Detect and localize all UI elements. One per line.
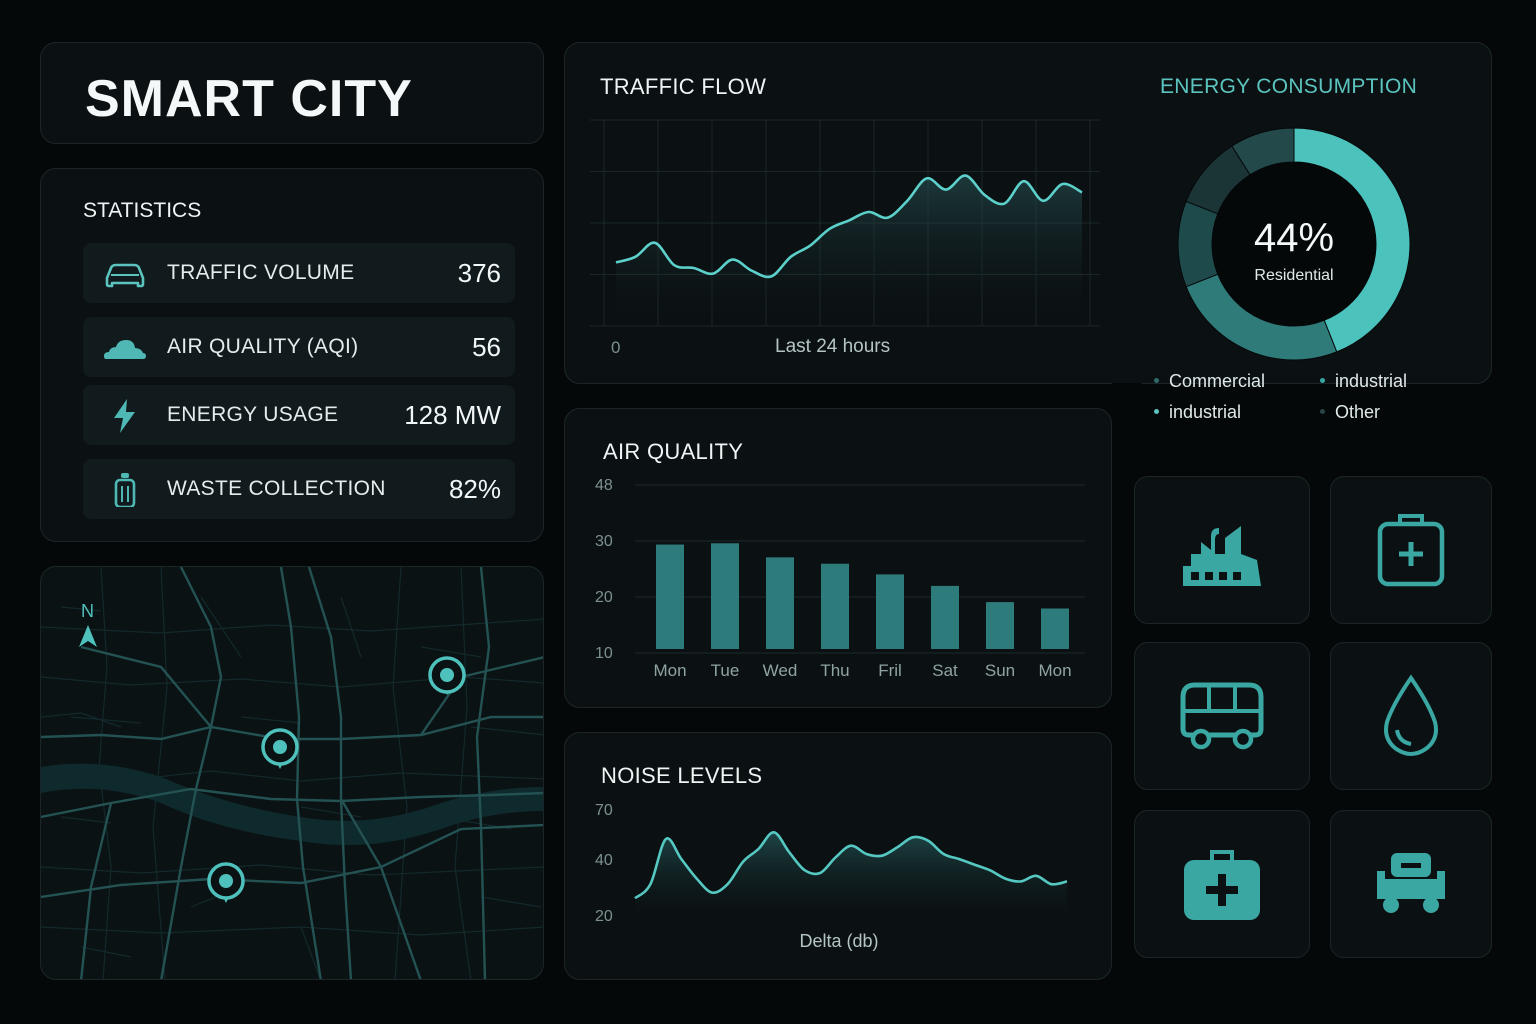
compass-label: N (81, 601, 94, 621)
legend-industrial-2: industrial (1154, 402, 1241, 423)
y-tick-label: 20 (595, 589, 613, 606)
legend-dot (1154, 408, 1159, 414)
aq-bar[interactable] (931, 585, 959, 649)
aq-bar[interactable] (711, 543, 739, 649)
traffic-flow-title: TRAFFIC FLOW (600, 74, 767, 99)
factory-icon (1183, 526, 1261, 586)
legend-label: Commercial (1169, 371, 1266, 391)
bus-icon (1180, 682, 1264, 750)
stat-label: AIR QUALITY (AQI) (167, 335, 359, 358)
legend-label: industrial (1169, 402, 1242, 422)
aq-bar[interactable] (1041, 608, 1069, 650)
y-tick-label: 20 (595, 908, 613, 925)
energy-center-value: 44% (1253, 216, 1335, 260)
x-tick-label: Tue (711, 661, 740, 680)
medical-bag-icon (1184, 850, 1260, 920)
title-panel: SMART CITY (40, 42, 544, 144)
y-tick-label: 70 (595, 802, 613, 819)
tile-factory[interactable] (1134, 476, 1310, 624)
energy-center-label: Residential (1254, 267, 1334, 284)
traffic-area (616, 175, 1082, 326)
traffic-x-caption: Last 24 hours (775, 336, 891, 357)
tile-water[interactable] (1330, 642, 1492, 790)
traffic-flow-chart[interactable] (590, 110, 1110, 340)
noise-x-caption: Delta (db) (799, 931, 879, 951)
map-pin-icon[interactable] (261, 728, 299, 769)
legend-label: industrial (1335, 371, 1408, 391)
statistics-heading: STATISTICS (83, 199, 202, 222)
waste-bin-icon (114, 473, 136, 507)
aq-bar[interactable] (656, 544, 684, 649)
x-tick-label: Fril (878, 661, 902, 680)
legend-other: Other (1320, 402, 1380, 423)
stat-value: 56 (472, 332, 501, 362)
city-map[interactable]: N (40, 566, 544, 980)
air-quality-panel: AIR QUALITY 10 20 30 48 Mon Tue Wed Thu Fril Sat S… (564, 408, 1112, 708)
y-tick-label: 48 (595, 477, 613, 494)
page-title: SMART CITY (85, 70, 413, 128)
air-quality-title: AIR QUALITY (603, 439, 744, 464)
noise-levels-chart[interactable]: 20 40 70 (585, 795, 1105, 945)
aq-bar[interactable] (986, 602, 1014, 649)
x-tick-label: Sun (985, 661, 1015, 680)
aq-bar[interactable] (821, 563, 849, 649)
stat-traffic-volume[interactable]: TRAFFIC VOLUME 376 (83, 243, 515, 303)
noise-levels-title: NOISE LEVELS (601, 763, 763, 788)
x-tick-label: Wed (763, 661, 798, 680)
aq-bar[interactable] (766, 557, 794, 649)
legend-dot (1154, 377, 1159, 383)
energy-title: ENERGY CONSUMPTION (1160, 75, 1418, 98)
compass: N (79, 601, 97, 647)
stat-value: 82% (448, 474, 501, 504)
x-tick-label: Mon (1038, 661, 1071, 680)
stat-label: ENERGY USAGE (167, 403, 339, 426)
stat-value: 376 (457, 258, 501, 288)
x-tick-label: Thu (820, 661, 849, 680)
stat-air-quality[interactable]: AIR QUALITY (AQI) 56 (83, 317, 515, 377)
map-canvas[interactable]: N (41, 567, 544, 980)
tile-garbage-truck[interactable] (1330, 810, 1492, 958)
cloud-icon (104, 340, 146, 359)
tile-first-aid[interactable] (1330, 476, 1492, 624)
y-tick-label: 40 (595, 852, 613, 869)
water-drop-icon (1384, 674, 1438, 756)
lightning-icon (114, 399, 135, 433)
legend-industrial: industrial (1320, 371, 1407, 392)
y-tick-label: 30 (595, 533, 613, 550)
tile-bus[interactable] (1134, 642, 1310, 790)
legend-label: Other (1335, 402, 1381, 422)
car-icon (105, 263, 145, 288)
stat-label: WASTE COLLECTION (167, 477, 386, 500)
panel-notch (1112, 383, 1142, 389)
traffic-x-start-label: 0 (611, 338, 621, 357)
compass-arrow-icon (79, 625, 97, 647)
tile-medical[interactable] (1134, 810, 1310, 958)
x-tick-label: Mon (653, 661, 686, 680)
stat-energy-usage[interactable]: ENERGY USAGE 128 MW (83, 385, 515, 445)
noise-levels-panel: NOISE LEVELS 20 40 70 Delta (db) (564, 732, 1112, 980)
statistics-panel: STATISTICS TRAFFIC VOLUME 376 AIR QUALIT… (40, 168, 544, 542)
stat-label: TRAFFIC VOLUME (167, 261, 355, 284)
legend-dot (1320, 408, 1325, 414)
stat-waste-collection[interactable]: WASTE COLLECTION 82% (83, 459, 515, 519)
y-tick-label: 10 (595, 645, 613, 662)
stat-value: 128 MW (404, 400, 501, 430)
garbage-truck-icon (1377, 853, 1445, 913)
map-pin-icon[interactable] (428, 656, 466, 695)
first-aid-kit-icon (1377, 514, 1445, 587)
air-quality-chart[interactable]: 10 20 30 48 Mon Tue Wed Thu Fril Sat Sun Mon (585, 473, 1105, 703)
legend-commercial: Commercial (1154, 371, 1265, 392)
x-tick-label: Sat (932, 661, 958, 680)
aq-bar[interactable] (876, 574, 904, 649)
legend-dot (1320, 377, 1325, 383)
